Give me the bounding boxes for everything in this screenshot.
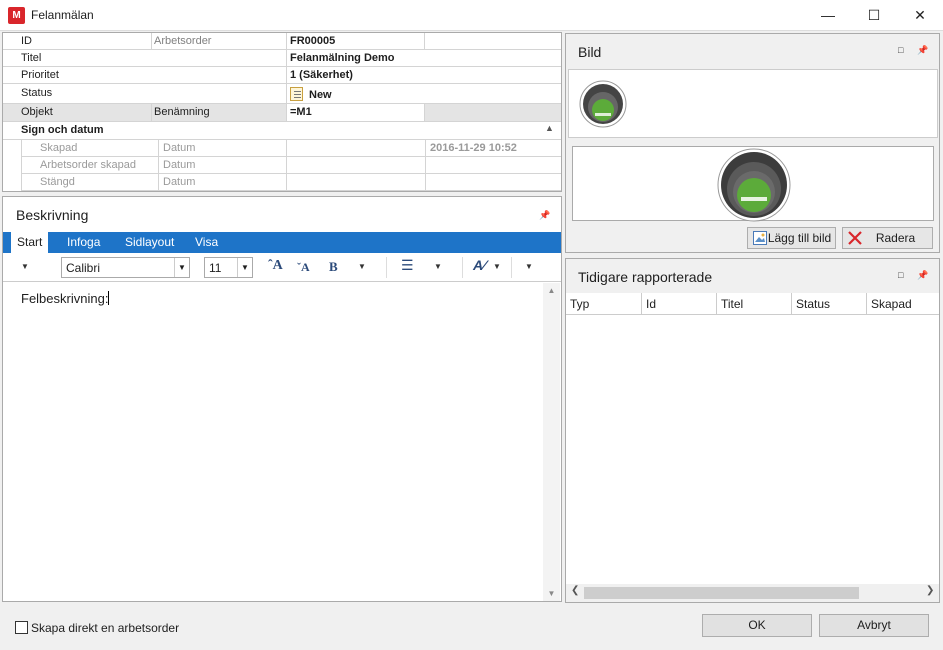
- pin-icon[interactable]: 📌: [539, 210, 550, 221]
- property-row-wo-created[interactable]: Arbetsorder skapad Datum: [21, 157, 561, 174]
- chevron-down-icon[interactable]: ▼: [525, 262, 533, 271]
- image-thumbnail-strip: [568, 69, 938, 138]
- image-preview: [572, 146, 934, 222]
- property-row-status[interactable]: Status New: [3, 84, 561, 104]
- scroll-right-icon[interactable]: ❯: [926, 585, 934, 596]
- property-label: ID: [21, 35, 32, 47]
- status-new-icon: [290, 87, 303, 101]
- status-value: New: [309, 89, 332, 101]
- bold-icon[interactable]: B: [329, 259, 338, 275]
- property-row-id[interactable]: ID Arbetsorder FR00005: [3, 33, 561, 50]
- property-value[interactable]: =M1: [287, 104, 424, 121]
- property-sublabel: Datum: [163, 176, 196, 188]
- property-label: Skapad: [40, 142, 78, 154]
- font-size-select[interactable]: 11 ▼: [204, 257, 253, 278]
- property-row-priority[interactable]: Prioritet 1 (Säkerhet): [3, 67, 561, 84]
- maximize-panel-icon[interactable]: □: [898, 45, 903, 55]
- cancel-button[interactable]: Avbryt: [819, 614, 929, 637]
- chevron-down-icon[interactable]: ▼: [434, 262, 442, 271]
- property-row-object[interactable]: Objekt Benämning =M1: [3, 104, 561, 122]
- font-select[interactable]: Calibri ▼: [61, 257, 190, 278]
- scroll-left-icon[interactable]: ❮: [571, 585, 579, 596]
- delete-image-button[interactable]: Radera: [842, 227, 933, 249]
- maximize-panel-icon[interactable]: □: [898, 270, 903, 280]
- column-header-titel[interactable]: Titel: [717, 293, 792, 315]
- app-logo-icon: M: [8, 7, 25, 24]
- property-sublabel: Arbetsorder: [154, 35, 212, 47]
- property-sublabel: Benämning: [154, 106, 210, 118]
- horizontal-scrollbar[interactable]: ❮ ❯: [566, 584, 939, 602]
- close-button[interactable]: ✕: [897, 0, 943, 31]
- tab-infoga[interactable]: Infoga: [61, 232, 106, 253]
- maximize-button[interactable]: ☐: [851, 0, 897, 31]
- pin-icon[interactable]: 📌: [917, 270, 928, 281]
- chevron-down-icon[interactable]: ▼: [358, 262, 366, 271]
- panel-header: Tidigare rapporterade □ 📌: [566, 259, 939, 293]
- scroll-up-icon[interactable]: ▲: [543, 283, 560, 298]
- tab-sidlayout[interactable]: Sidlayout: [119, 232, 180, 253]
- chevron-down-icon[interactable]: ▼: [174, 258, 189, 277]
- description-editor[interactable]: Felbeskrivning:: [3, 283, 543, 601]
- section-title: Sign och datum: [21, 124, 104, 136]
- property-label: Prioritet: [21, 69, 59, 81]
- property-row-closed[interactable]: Stängd Datum: [21, 174, 561, 191]
- window-title: Felanmälan: [31, 8, 94, 22]
- dropdown-arrow-icon[interactable]: ▼: [21, 262, 29, 271]
- property-value: 2016-11-29 10:52: [430, 142, 517, 154]
- panel-title: Tidigare rapporterade: [578, 269, 713, 285]
- add-image-button[interactable]: Lägg till bild: [747, 227, 836, 249]
- image-icon: [753, 231, 767, 245]
- property-sublabel: Datum: [163, 142, 196, 154]
- collapse-icon[interactable]: ▲: [545, 123, 554, 133]
- column-header-id[interactable]: Id: [642, 293, 717, 315]
- grow-font-icon[interactable]: ˆA: [268, 258, 283, 274]
- font-value: Calibri: [66, 261, 101, 275]
- property-row-title[interactable]: Titel Felanmälning Demo: [3, 50, 561, 67]
- title-bar: M Felanmälan — ☐ ✕: [0, 0, 943, 31]
- image-preview-graphic: [717, 148, 791, 222]
- property-label: Arbetsorder skapad: [40, 159, 136, 171]
- property-label: Titel: [21, 52, 42, 64]
- chevron-down-icon[interactable]: ▼: [493, 262, 501, 271]
- scroll-thumb[interactable]: [584, 587, 859, 599]
- property-value: Felanmälning Demo: [290, 52, 395, 64]
- create-workorder-checkbox[interactable]: [15, 621, 28, 634]
- bullet-list-icon[interactable]: ☰: [401, 257, 414, 274]
- tab-start[interactable]: Start: [11, 232, 49, 253]
- chevron-down-icon[interactable]: ▼: [237, 258, 252, 277]
- vertical-scrollbar[interactable]: ▲ ▼: [543, 283, 560, 601]
- property-grid: ID Arbetsorder FR00005 Titel Felanmälnin…: [2, 32, 562, 192]
- tab-visa[interactable]: Visa: [189, 232, 224, 253]
- property-value: FR00005: [290, 35, 336, 47]
- property-row-created[interactable]: Skapad Datum 2016-11-29 10:52: [21, 140, 561, 157]
- font-size-value: 11: [209, 261, 222, 275]
- description-panel: Beskrivning 📌 Start Infoga Sidlayout Vis…: [2, 196, 562, 602]
- scroll-down-icon[interactable]: ▼: [543, 586, 560, 601]
- property-label: Stängd: [40, 176, 75, 188]
- property-sublabel: Datum: [163, 159, 196, 171]
- delete-icon: [848, 231, 862, 245]
- editor-text: Felbeskrivning:: [21, 291, 110, 306]
- previous-reports-panel: Tidigare rapporterade □ 📌 Typ Id Titel S…: [565, 258, 940, 603]
- formatting-toolbar: ▼ Calibri ▼ 11 ▼ ˆA ˇA B ▼ ☰ ▼ A⁄ ▼ ▼: [3, 253, 561, 282]
- property-value: 1 (Säkerhet): [290, 69, 353, 81]
- shrink-font-icon[interactable]: ˇA: [297, 260, 310, 275]
- column-header-typ[interactable]: Typ: [566, 293, 642, 315]
- column-header-skapad[interactable]: Skapad: [867, 293, 939, 315]
- panel-title: Beskrivning: [16, 207, 89, 223]
- minimize-button[interactable]: —: [805, 0, 851, 31]
- create-workorder-label[interactable]: Skapa direkt en arbetsorder: [31, 621, 179, 635]
- property-label: Objekt: [21, 106, 53, 118]
- image-panel: Bild □ 📌 Lägg till bild Radera: [565, 33, 940, 253]
- section-sign-och-datum[interactable]: Sign och datum ▲: [3, 122, 561, 140]
- pin-icon[interactable]: 📌: [917, 45, 928, 56]
- ribbon-tabs: Start Infoga Sidlayout Visa: [3, 232, 561, 253]
- ok-button[interactable]: OK: [702, 614, 812, 637]
- image-thumbnail[interactable]: [579, 80, 627, 128]
- property-label: Status: [21, 87, 53, 99]
- property-value: New: [290, 87, 332, 101]
- panel-title: Bild: [578, 44, 602, 60]
- text-style-icon[interactable]: A⁄: [473, 257, 485, 273]
- column-header-status[interactable]: Status: [792, 293, 867, 315]
